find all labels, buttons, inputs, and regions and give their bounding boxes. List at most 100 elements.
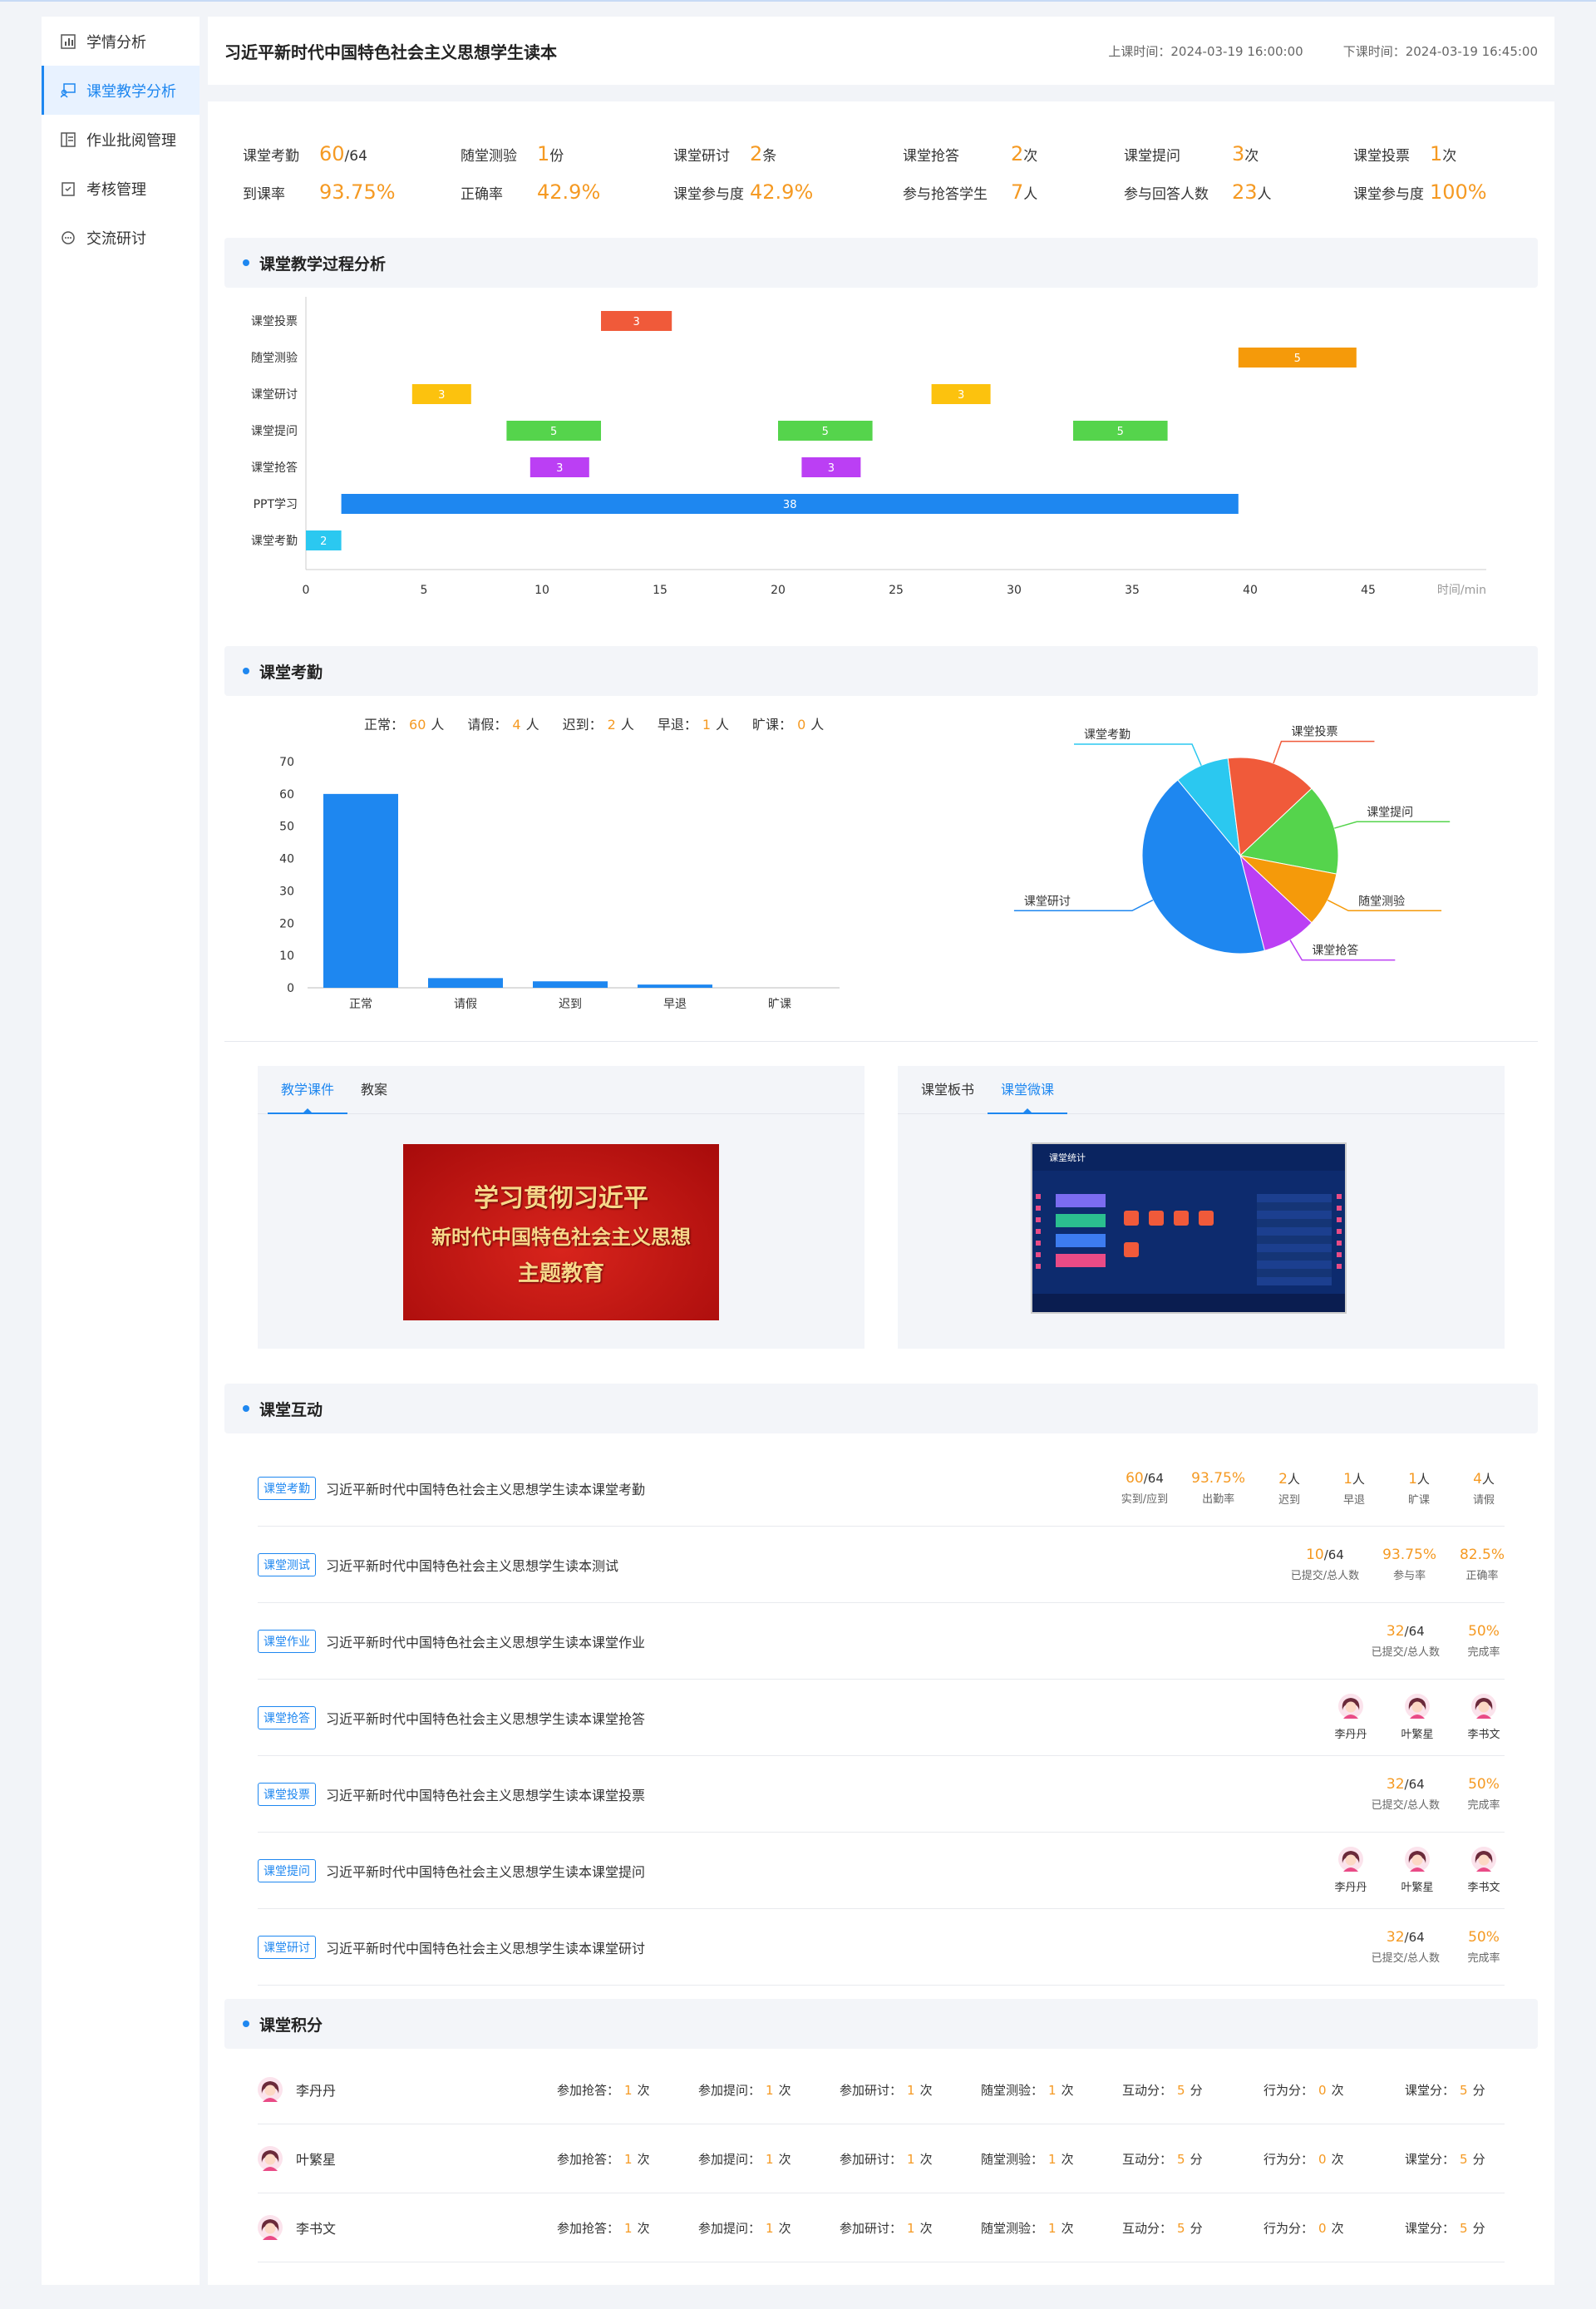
score-item: 互动分： 5 分 <box>1122 2081 1264 2099</box>
gantt-bar-label: 3 <box>556 462 563 475</box>
student-name: 李丹丹 <box>1334 1729 1367 1741</box>
interaction-title: 习近平新时代中国特色社会主义思想学生读本课堂提问 <box>326 1863 646 1880</box>
score-item: 参加研讨： 1 次 <box>840 2150 981 2168</box>
student-avatar-item[interactable]: 叶繁星 <box>1396 1847 1438 1894</box>
micro-lesson-video-thumbnail[interactable]: 课堂统计 <box>1031 1142 1347 1314</box>
student: 李书文 <box>258 2215 557 2240</box>
student-avatar-item[interactable]: 李书文 <box>1463 1694 1505 1741</box>
student-name: 李书文 <box>1467 1729 1500 1741</box>
student-name: 李书文 <box>296 2221 337 2237</box>
x-tick-label: 旷课 <box>768 998 791 1011</box>
y-tick-label: 随堂测验 <box>251 352 298 365</box>
metric-value: 1 <box>1343 1470 1352 1488</box>
stat-value: 42.9% <box>750 180 814 204</box>
sidebar-item-discussion[interactable]: 交流研讨 <box>42 213 200 262</box>
summary-unit: 人 <box>620 717 634 733</box>
interaction-title: 习近平新时代中国特色社会主义思想学生读本测试 <box>326 1557 619 1574</box>
tab-lesson-plan[interactable]: 教案 <box>347 1066 401 1113</box>
summary-unit: 人 <box>810 717 825 733</box>
student-avatar-item[interactable]: 李丹丹 <box>1330 1847 1372 1894</box>
score-label: 参加抢答： <box>557 2151 620 2167</box>
metric-value: 93.75% <box>1382 1547 1436 1563</box>
avatar <box>1405 1847 1430 1872</box>
interaction-row[interactable]: 课堂提问 习近平新时代中国特色社会主义思想学生读本课堂提问 李丹丹 叶繁星 李书文 <box>258 1833 1505 1909</box>
score-item: 参加提问： 1 次 <box>698 2081 840 2099</box>
student-avatar-item[interactable]: 李书文 <box>1463 1847 1505 1894</box>
sidebar-item-assessment[interactable]: 考核管理 <box>42 164 200 213</box>
interaction-row[interactable]: 课堂测试 习近平新时代中国特色社会主义思想学生读本测试 10/64 已提交/总人数 93… <box>258 1527 1505 1603</box>
stat-item: 到课率 93.75% <box>243 180 396 204</box>
slide-line: 学习贯彻习近平 <box>474 1184 648 1213</box>
stat-value: 93.75% <box>319 180 396 204</box>
stat-value: 1 <box>1430 142 1443 165</box>
sidebar-item-homework[interactable]: 作业批阅管理 <box>42 115 200 164</box>
summary-label: 正常： <box>364 717 405 733</box>
top-accent-line <box>0 0 1596 2</box>
student-avatar-item[interactable]: 李丹丹 <box>1330 1694 1372 1741</box>
pie-label: 课堂抢答 <box>1312 944 1358 958</box>
tab-courseware[interactable]: 教学课件 <box>268 1066 348 1114</box>
gantt-bar-label: 5 <box>822 426 829 438</box>
summary-unit: 人 <box>525 717 539 733</box>
section-header-process: 课堂教学过程分析 <box>224 238 1538 288</box>
x-tick-label: 30 <box>1007 584 1022 597</box>
gantt-bar-label: 3 <box>633 316 639 328</box>
interaction-row[interactable]: 课堂投票 习近平新时代中国特色社会主义思想学生读本课堂投票 32/64 已提交/总人数… <box>258 1756 1505 1833</box>
metric-label: 旷课 <box>1407 1493 1430 1507</box>
tab-blackboard[interactable]: 课堂板书 <box>908 1066 988 1113</box>
pie-label: 课堂投票 <box>1291 726 1337 739</box>
score-unit: 次 <box>1331 2151 1344 2167</box>
y-tick-label: 10 <box>279 950 294 963</box>
y-tick-label: 30 <box>279 885 294 898</box>
score-unit: 次 <box>778 2082 791 2098</box>
score-item: 课堂分： 5 分 <box>1405 2081 1496 2099</box>
score-unit: 分 <box>1472 2220 1485 2236</box>
gantt-bar-label: 2 <box>320 535 327 548</box>
interaction-type-tag: 课堂投票 <box>258 1782 316 1806</box>
y-tick-label: 70 <box>279 756 294 769</box>
score-item: 参加抢答： 1 次 <box>557 2219 698 2237</box>
score-item: 互动分： 5 分 <box>1122 2219 1264 2237</box>
attendance-summary-item: 请假： 4 人 <box>467 713 539 733</box>
avatar <box>1405 1694 1430 1719</box>
metric-value-wrap: 4人 <box>1463 1470 1505 1488</box>
stat-label: 参与回答人数 <box>1124 186 1209 203</box>
metric-label: 已提交/总人数 <box>1371 1646 1440 1659</box>
stat-item: 课堂提问 3 次 <box>1124 142 1259 165</box>
attendance-summary-item: 旷课： 0 人 <box>752 713 824 733</box>
courseware-slide-thumbnail[interactable]: 学习贯彻习近平 新时代中国特色社会主义思想 主题教育 <box>403 1144 719 1320</box>
interaction-metric: 32/64 已提交/总人数 <box>1372 1623 1440 1659</box>
metric-value-wrap: 93.75% <box>1191 1470 1245 1487</box>
stat-value: 1 <box>537 142 550 165</box>
x-tick-label: 10 <box>534 584 549 597</box>
score-label: 参加提问： <box>698 2220 761 2236</box>
avatar <box>258 2146 283 2171</box>
interaction-row[interactable]: 课堂考勤 习近平新时代中国特色社会主义思想学生读本课堂考勤 60/64 实到/应到 93… <box>258 1450 1505 1527</box>
student-avatar-item[interactable]: 叶繁星 <box>1396 1694 1438 1741</box>
stat-suffix: 份 <box>549 148 564 165</box>
interaction-row[interactable]: 课堂作业 习近平新时代中国特色社会主义思想学生读本课堂作业 32/64 已提交/总人数… <box>258 1603 1505 1680</box>
sidebar-item-learning-analysis[interactable]: 学情分析 <box>42 17 200 66</box>
metric-label: 出勤率 <box>1202 1493 1235 1506</box>
section-header-interaction: 课堂互动 <box>224 1384 1538 1433</box>
stat-label: 参与抢答学生 <box>903 186 988 203</box>
interaction-row[interactable]: 课堂抢答 习近平新时代中国特色社会主义思想学生读本课堂抢答 李丹丹 叶繁星 李书文 <box>258 1680 1505 1756</box>
stat-suffix: 次 <box>1244 148 1259 165</box>
bar <box>323 793 398 988</box>
score-value: 5 <box>1460 2151 1468 2167</box>
activity-pie-chart: 课堂考勤 课堂投票课堂提问随堂测验课堂抢答 课堂研讨 <box>1013 726 1451 961</box>
slide-line: 新时代中国特色社会主义思想 <box>431 1225 691 1249</box>
divider <box>224 1041 1538 1042</box>
interaction-row[interactable]: 课堂研讨 习近平新时代中国特色社会主义思想学生读本课堂研讨 32/64 已提交/总人数… <box>258 1909 1505 1986</box>
attendance-summary-item: 早退： 1 人 <box>658 713 729 733</box>
stat-label: 课堂投票 <box>1353 148 1410 165</box>
score-label: 随堂测验： <box>981 2220 1044 2236</box>
student-name: 李书文 <box>1467 1882 1500 1894</box>
tab-micro-lesson[interactable]: 课堂微课 <box>988 1066 1068 1114</box>
sidebar-item-classroom-analysis[interactable]: 课堂教学分析 <box>42 66 200 115</box>
x-tick-label: 35 <box>1125 584 1140 597</box>
x-tick-label: 5 <box>421 584 428 597</box>
score-item: 参加提问： 1 次 <box>698 2150 840 2168</box>
score-label: 参加抢答： <box>557 2220 620 2236</box>
metric-value-wrap: 82.5% <box>1460 1547 1505 1563</box>
